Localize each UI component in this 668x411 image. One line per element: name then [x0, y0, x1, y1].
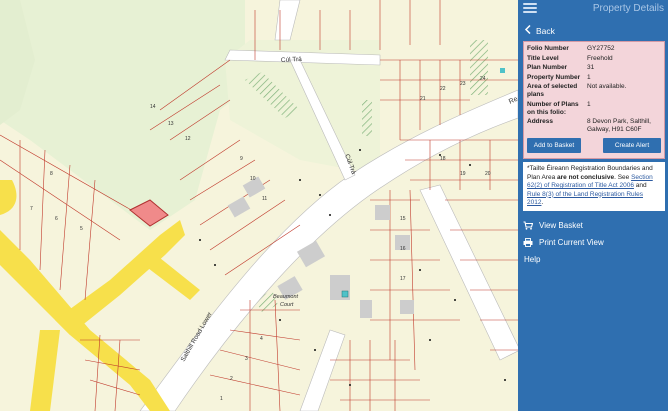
field-row: Folio Number GY27752	[527, 45, 661, 53]
svg-text:18: 18	[440, 156, 446, 162]
field-value: 31	[587, 64, 595, 71]
svg-text:15: 15	[400, 216, 406, 222]
map-svg[interactable]: Cúl Trá Cúl Trá Salthill Road Lower Beau…	[0, 0, 518, 411]
hatched-green-area	[362, 100, 372, 136]
svg-text:5: 5	[80, 226, 83, 232]
field-label: Address	[527, 118, 554, 125]
field-row: Title Level Freehold	[527, 55, 661, 63]
map-label-cul-tra: Cúl Trá	[281, 56, 303, 64]
svg-text:6: 6	[55, 216, 58, 222]
back-label: Back	[536, 25, 555, 36]
back-button[interactable]: Back	[518, 23, 668, 38]
field-label: Number of Plans on this folio:	[527, 100, 579, 116]
field-label: Area of selected plans	[527, 83, 578, 98]
svg-text:14: 14	[150, 104, 156, 110]
print-icon	[523, 238, 539, 247]
marker-square	[500, 68, 505, 73]
svg-text:3: 3	[245, 356, 248, 362]
svg-text:23: 23	[460, 81, 466, 87]
property-details-panel: Property Details Back Folio Number GY2775…	[518, 0, 668, 411]
panel-header: Property Details	[518, 0, 668, 16]
help-link[interactable]: Help	[518, 252, 668, 268]
svg-text:11: 11	[262, 196, 267, 202]
field-value: GY27752	[587, 45, 615, 52]
field-row: Property Number 1	[527, 74, 661, 82]
field-label: Property Number	[527, 73, 581, 81]
svg-text:24: 24	[480, 76, 486, 82]
hamburger-menu-icon[interactable]	[523, 3, 537, 13]
folio-info-box: Folio Number GY27752 Title Level Freehold …	[523, 41, 665, 159]
menu-label: Help	[524, 255, 541, 264]
disclaimer-note: *Tailte Éireann Registration Boundaries …	[523, 162, 665, 211]
menu-label: Print Current View	[539, 238, 604, 247]
print-current-view-link[interactable]: Print Current View	[518, 235, 668, 251]
cart-icon	[523, 221, 539, 230]
add-to-basket-button[interactable]: Add to Basket	[527, 138, 581, 153]
field-value: Not available.	[587, 83, 627, 90]
svg-text:13: 13	[168, 121, 174, 127]
view-basket-link[interactable]: View Basket	[518, 218, 668, 234]
field-value: 8 Devon Park, Salthill, Galway, H91 C60F	[587, 118, 651, 133]
marker-square	[341, 290, 349, 298]
field-value: 1	[587, 100, 591, 108]
svg-text:22: 22	[440, 86, 446, 92]
map-label-beaumont: Beaumont	[273, 294, 299, 300]
svg-text:20: 20	[485, 171, 491, 177]
svg-text:19: 19	[460, 171, 466, 177]
svg-text:21: 21	[420, 96, 426, 102]
map-canvas[interactable]: Cúl Trá Cúl Trá Salthill Road Lower Beau…	[0, 0, 518, 411]
svg-text:4: 4	[260, 336, 263, 342]
svg-text:10: 10	[250, 176, 256, 182]
field-row: Area of selected plans Not available.	[527, 83, 661, 99]
field-row: Number of Plans on this folio: 1	[527, 101, 661, 117]
field-label: Folio Number	[527, 45, 569, 52]
svg-text:17: 17	[400, 276, 406, 282]
field-value: Freehold	[587, 54, 613, 62]
svg-text:16: 16	[400, 246, 406, 252]
rule-8-link[interactable]: Rule 8(3) of the Land Registration Rules…	[527, 191, 643, 207]
svg-text:1: 1	[220, 396, 223, 402]
field-label: Plan Number	[527, 64, 568, 71]
hatched-green-area	[470, 40, 488, 95]
create-alert-button[interactable]: Create Alert	[603, 138, 661, 153]
svg-text:9: 9	[240, 156, 243, 162]
svg-text:2: 2	[230, 376, 233, 382]
field-row: Plan Number 31	[527, 64, 661, 72]
note-text: . See	[614, 173, 632, 181]
field-row: Address 8 Devon Park, Salthill, Galway, H…	[527, 118, 661, 134]
map-label-court: Court	[280, 302, 294, 308]
action-buttons: Add to Basket Create Alert	[527, 138, 661, 153]
note-text: and	[633, 182, 647, 189]
svg-text:8: 8	[50, 171, 53, 177]
svg-text:7: 7	[30, 206, 33, 212]
field-value: 1	[587, 73, 591, 81]
menu-label: View Basket	[539, 221, 583, 230]
note-text: .	[541, 199, 544, 206]
field-label: Title Level	[527, 54, 559, 62]
note-bold: are not conclusive	[557, 173, 615, 181]
panel-title: Property Details	[592, 2, 664, 14]
chevron-left-icon	[524, 24, 536, 37]
svg-text:12: 12	[185, 136, 191, 142]
